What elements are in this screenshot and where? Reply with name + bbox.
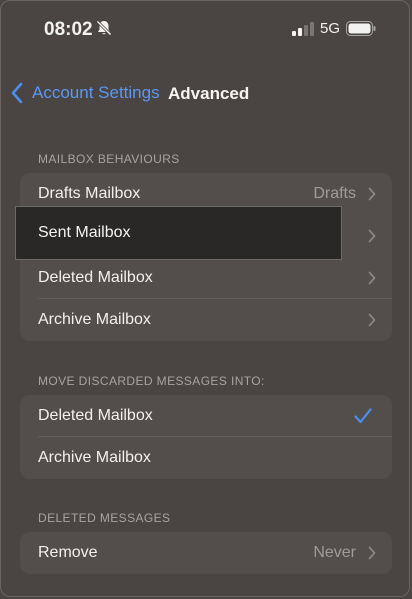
battery-icon	[346, 21, 376, 36]
row-label: Deleted Mailbox	[38, 269, 153, 286]
sent-mailbox-row[interactable]: Sent Mailbox	[15, 206, 342, 260]
section-header-mailbox-behaviours: MAILBOX BEHAVIOURS	[38, 152, 180, 166]
discard-archive-mailbox-row[interactable]: Archive Mailbox	[20, 437, 392, 479]
deleted-messages-group: Remove Never	[20, 532, 392, 574]
archive-mailbox-row[interactable]: Archive Mailbox	[20, 299, 392, 341]
row-label: Drafts Mailbox	[38, 185, 141, 202]
network-type: 5G	[320, 20, 341, 37]
signal-icon	[292, 22, 314, 36]
mailbox-behaviours-group: Drafts Mailbox Drafts Deleted Mailbox Ar…	[15, 173, 392, 341]
row-value: Drafts	[313, 185, 356, 202]
chevron-right-icon	[368, 187, 376, 201]
bell-slash-icon	[96, 20, 112, 36]
back-label: Account Settings	[32, 83, 160, 102]
section-header-deleted-messages: DELETED MESSAGES	[38, 511, 171, 525]
page-title: Advanced	[168, 84, 250, 103]
discard-deleted-mailbox-row[interactable]: Deleted Mailbox	[20, 395, 392, 437]
row-label: Archive Mailbox	[38, 311, 151, 328]
navigation-bar: Account Settings Advanced	[0, 76, 412, 110]
row-label: Sent Mailbox	[38, 224, 131, 241]
chevron-right-icon	[368, 313, 376, 327]
deleted-mailbox-row[interactable]: Deleted Mailbox	[20, 257, 392, 299]
section-header-move-discarded: MOVE DISCARDED MESSAGES INTO:	[38, 374, 265, 388]
chevron-left-icon	[11, 82, 23, 104]
checkmark-icon	[354, 408, 372, 424]
back-button[interactable]: Account Settings	[10, 80, 160, 106]
status-time: 08:02	[44, 19, 93, 40]
row-label: Archive Mailbox	[38, 449, 151, 466]
chevron-right-icon	[368, 229, 376, 243]
row-label: Remove	[38, 544, 98, 561]
status-bar: 08:02 5G	[0, 0, 412, 56]
chevron-right-icon	[368, 271, 376, 285]
row-label: Deleted Mailbox	[38, 407, 153, 424]
chevron-right-icon	[368, 546, 376, 560]
remove-row[interactable]: Remove Never	[20, 532, 392, 574]
row-value: Never	[313, 544, 356, 561]
move-discarded-group: Deleted Mailbox Archive Mailbox	[20, 395, 392, 479]
